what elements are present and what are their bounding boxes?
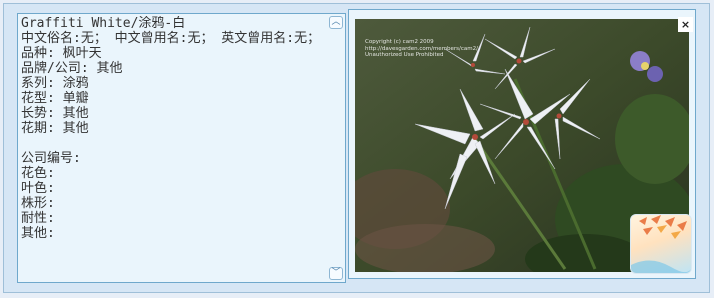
description-line: 品种: 枫叶天 [21, 46, 102, 61]
description-line: 其他: [21, 226, 55, 241]
description-line: 公司编号: [21, 151, 81, 166]
description-line: 品牌/公司: 其他 [21, 61, 123, 76]
logo-stamp [630, 214, 692, 274]
description-line: 中文俗名:无； 中文曾用名:无； 英文曾用名:无； [21, 31, 321, 46]
chevron-down-icon: ﹀ [331, 268, 341, 278]
description-line: 耐性: [21, 211, 55, 226]
description-text: Graffiti White/涂鸦-白 中文俗名:无； 中文曾用名:无； 英文曾用… [21, 16, 327, 278]
close-button[interactable]: × [678, 17, 693, 32]
description-line: 花期: 其他 [21, 121, 89, 136]
scrollbar[interactable]: ︿ ﹀ [328, 15, 344, 281]
description-line: 系列: 涂鸦 [21, 76, 89, 91]
description-line: Graffiti White/涂鸦-白 [21, 16, 186, 31]
photo-copyright-text: Copyright (c) cam2 2009 http://davesgard… [365, 39, 479, 58]
description-line: 株形: [21, 196, 55, 211]
mshua-watermark [686, 180, 710, 290]
description-line: 长势: 其他 [21, 106, 89, 121]
description-line [21, 136, 327, 151]
scroll-down-button[interactable]: ﹀ [329, 267, 343, 280]
description-line: 花色: [21, 166, 55, 181]
chevron-up-icon: ︿ [331, 17, 341, 27]
description-textarea[interactable]: Graffiti White/涂鸦-白 中文俗名:无； 中文曾用名:无； 英文曾用… [17, 13, 346, 283]
description-line: 叶色: [21, 181, 55, 196]
description-line: 花型: 单瓣 [21, 91, 89, 106]
scroll-up-button[interactable]: ︿ [329, 16, 343, 29]
